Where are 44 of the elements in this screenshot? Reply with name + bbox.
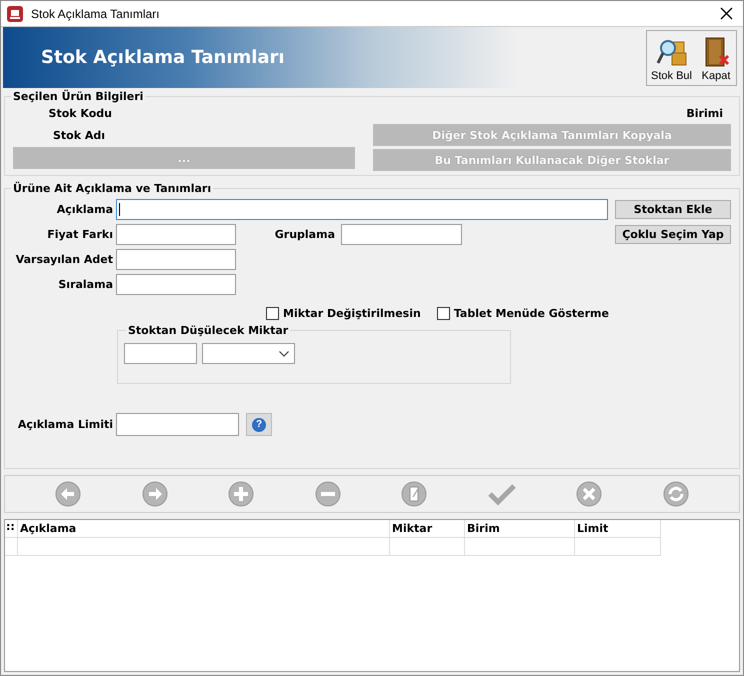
grouping-label: Gruplama bbox=[274, 228, 335, 241]
stock-code-label: Stok Kodu bbox=[48, 107, 112, 120]
add-from-stock-button[interactable]: Stoktan Ekle bbox=[615, 200, 731, 219]
window-title: Stok Açıklama Tanımları bbox=[31, 6, 160, 20]
help-button[interactable]: ? bbox=[246, 413, 272, 436]
close-icon bbox=[576, 481, 602, 507]
group-title: Ürüne Ait Açıklama ve Tanımları bbox=[12, 182, 212, 195]
column-header[interactable]: Açıklama bbox=[18, 520, 390, 538]
description-field[interactable] bbox=[116, 199, 608, 220]
group-title: Seçilen Ürün Bilgileri bbox=[12, 90, 144, 103]
group-title: Stoktan Düşülecek Miktar bbox=[127, 324, 290, 337]
app-icon bbox=[7, 6, 23, 22]
description-limit-label: Açıklama Limiti bbox=[16, 418, 113, 431]
column-header[interactable]: Birim bbox=[465, 520, 575, 538]
page-title: Stok Açıklama Tanımları bbox=[41, 47, 286, 68]
unit-label: Birimi bbox=[686, 107, 723, 120]
row-indicator-cell bbox=[5, 538, 18, 556]
description-limit-field[interactable] bbox=[116, 413, 239, 436]
close-button[interactable]: Kapat bbox=[696, 30, 736, 84]
order-field[interactable] bbox=[116, 274, 236, 295]
price-difference-field[interactable] bbox=[116, 224, 236, 245]
close-icon[interactable] bbox=[720, 7, 733, 20]
column-header[interactable]: Limit bbox=[575, 520, 661, 538]
check-icon bbox=[488, 482, 516, 506]
checkbox[interactable]: Miktar Değiştirilmesin bbox=[266, 307, 421, 320]
checkbox[interactable]: Tablet Menüde Gösterme bbox=[436, 307, 609, 320]
unit-dropdown[interactable] bbox=[202, 343, 295, 364]
grouping-field[interactable] bbox=[341, 224, 462, 245]
edit-icon bbox=[401, 481, 428, 507]
column-header[interactable]: Miktar bbox=[390, 520, 465, 538]
multi-select-button[interactable]: Çoklu Seçim Yap bbox=[615, 225, 731, 244]
minus-icon bbox=[314, 481, 341, 507]
quantity-field[interactable] bbox=[124, 343, 197, 364]
find-stock-button[interactable]: Stok Bul bbox=[647, 30, 696, 84]
order-label: Sıralama bbox=[57, 278, 113, 291]
stock-name-label: Stok Adı bbox=[52, 129, 105, 142]
plus-icon bbox=[228, 481, 254, 507]
refresh-icon bbox=[662, 481, 689, 507]
default-quantity-label: Varsayılan Adet bbox=[14, 253, 113, 266]
default-quantity-field[interactable] bbox=[116, 249, 236, 270]
price-difference-label: Fiyat Farkı bbox=[46, 228, 113, 241]
description-label: Açıklama bbox=[56, 203, 113, 216]
chevron-down-icon bbox=[279, 350, 289, 356]
row-indicator-header: :: bbox=[5, 520, 18, 538]
